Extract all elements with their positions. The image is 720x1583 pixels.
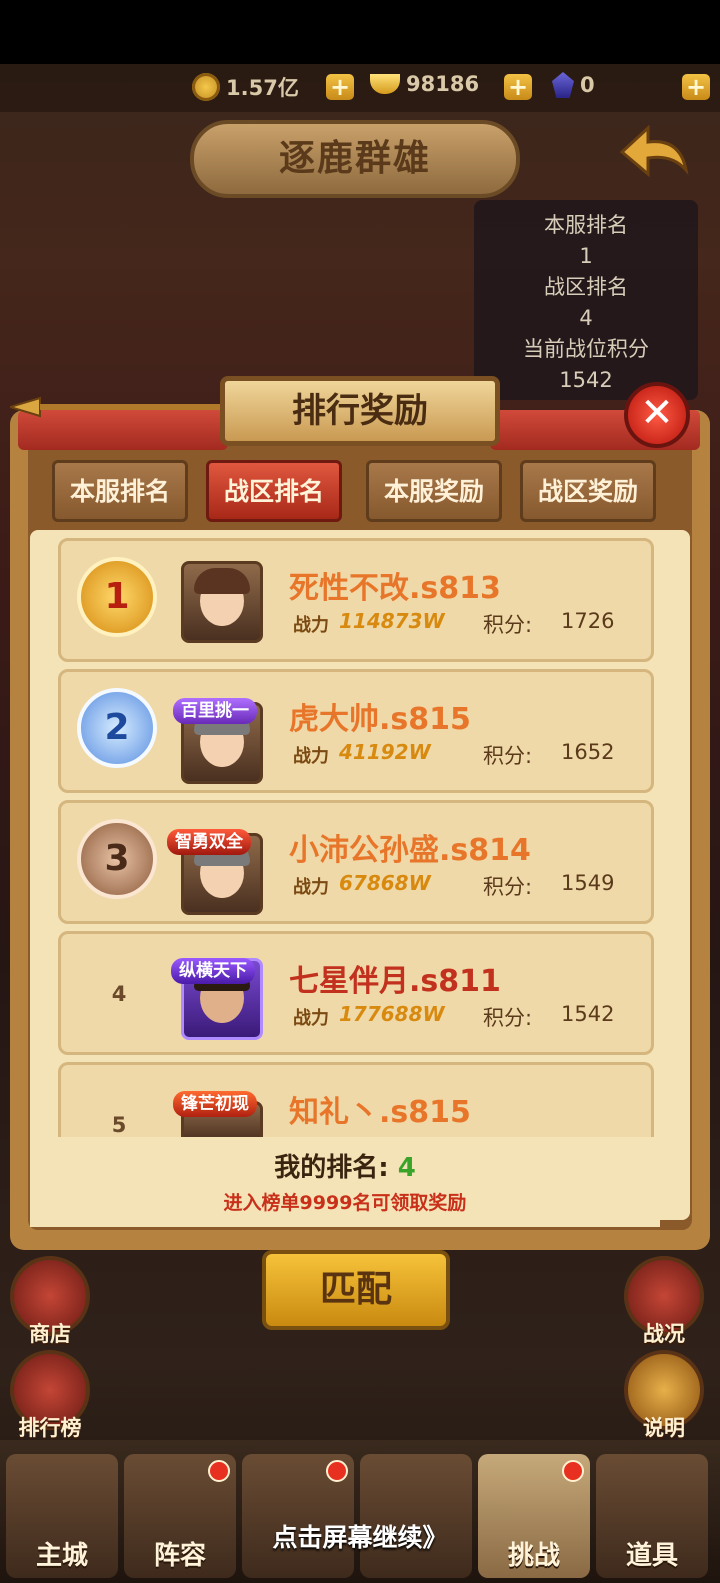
score-label: 积分:	[483, 613, 533, 637]
ingot-amount: 98186	[406, 72, 480, 96]
power-value: 177688W	[339, 1002, 445, 1026]
notification-dot	[326, 1460, 348, 1482]
continue-hint[interactable]: 点击屏幕继续》	[240, 1518, 480, 1554]
title-badge: 纵横天下	[171, 958, 255, 984]
my-rank-value: 4	[397, 1153, 416, 1183]
help-label: 说明	[643, 1416, 685, 1440]
shop-label: 商店	[29, 1322, 71, 1346]
power-value: 67868W	[339, 871, 431, 895]
add-gold-button[interactable]: +	[326, 74, 354, 100]
close-icon: ✕	[640, 390, 674, 436]
currency-bar: 1.57亿 + 98186 + 0 +	[0, 64, 720, 112]
player-name: 知礼丶.s815	[289, 1095, 471, 1130]
ingot-currency: 98186	[370, 72, 479, 96]
title-badge: 锋芒初现	[173, 1091, 257, 1117]
tab-server-rank[interactable]: 本服排名	[52, 460, 188, 522]
add-ingot-button[interactable]: +	[504, 74, 532, 100]
notification-dot	[562, 1460, 584, 1482]
score-value: 1549	[561, 871, 615, 895]
power-label: 战力	[293, 746, 329, 767]
nav-items[interactable]: 道具	[596, 1454, 708, 1578]
close-button[interactable]: ✕	[624, 382, 690, 448]
nav-challenge[interactable]: 挑战	[478, 1454, 590, 1578]
score-label: 积分:	[483, 875, 533, 899]
add-gem-button[interactable]: +	[682, 74, 710, 100]
title-badge: 百里挑一	[173, 698, 257, 724]
gem-amount: 0	[580, 73, 595, 97]
spear-icon	[10, 396, 220, 418]
rank-number: 3	[104, 838, 130, 879]
battle-report-label: 战况	[643, 1322, 685, 1346]
score-label: 积分:	[483, 1006, 533, 1030]
back-button[interactable]	[618, 124, 690, 180]
tab-server-reward[interactable]: 本服奖励	[366, 460, 502, 522]
title-badge: 智勇双全	[167, 829, 251, 855]
avatar[interactable]	[181, 561, 263, 643]
list-item: 1 死性不改.s813 战力 114873W 积分: 1726	[58, 538, 654, 662]
nav-label: 挑战	[507, 1541, 560, 1571]
rank-number: 4	[111, 982, 127, 1006]
status-bar	[0, 0, 720, 64]
nav-label: 道具	[625, 1541, 678, 1571]
nav-lineup[interactable]: 阵容	[124, 1454, 236, 1578]
score-value: 1542	[561, 1002, 615, 1026]
silver-medal-icon: 2	[77, 688, 157, 768]
score-label: 当前战位积分	[523, 337, 649, 361]
zone-rank-value: 4	[579, 306, 593, 330]
power-label: 战力	[293, 877, 329, 898]
my-rank-footer: 我的排名: 4 进入榜单9999名可领取奖励	[30, 1137, 660, 1227]
nav-item-3[interactable]	[242, 1454, 354, 1578]
power-label: 战力	[293, 615, 329, 636]
notification-dot	[208, 1460, 230, 1482]
list-item: 4 纵横天下 七星伴月.s811 战力 177688W 积分: 1542	[58, 931, 654, 1055]
rank-number: 5	[111, 1113, 127, 1137]
tab-zone-rank[interactable]: 战区排名	[206, 460, 342, 522]
bronze-medal-icon: 3	[77, 819, 157, 899]
my-rank-label: 我的排名:	[274, 1153, 389, 1183]
rank-number: 2	[104, 707, 130, 748]
back-arrow-icon	[619, 124, 689, 178]
modal-title: 排行奖励	[220, 376, 500, 446]
score-value: 1726	[561, 609, 615, 633]
player-name: 小沛公孙盛.s814	[289, 833, 531, 868]
score-value: 1652	[561, 740, 615, 764]
tab-zone-reward[interactable]: 战区奖励	[520, 460, 656, 522]
nav-item-4[interactable]	[360, 1454, 472, 1578]
zone-rank-label: 战区排名	[544, 275, 628, 299]
gem-icon	[552, 72, 574, 98]
reward-hint: 进入榜单9999名可领取奖励	[223, 1192, 467, 1214]
list-item: 2 百里挑一 虎大帅.s815 战力 41192W 积分: 1652	[58, 669, 654, 793]
server-rank-label: 本服排名	[544, 213, 628, 237]
score-label: 积分:	[483, 744, 533, 768]
power-value: 41192W	[339, 740, 431, 764]
player-name: 死性不改.s813	[289, 571, 501, 606]
power-value: 114873W	[339, 609, 445, 633]
gold-medal-icon: 1	[77, 557, 157, 637]
ingot-icon	[370, 74, 400, 94]
leaderboard-button[interactable]: 排行榜	[10, 1350, 98, 1442]
gold-currency: 1.57亿	[192, 72, 299, 102]
gem-currency: 0	[552, 72, 595, 98]
help-button[interactable]: 说明	[624, 1350, 712, 1442]
nav-label: 阵容	[153, 1541, 206, 1571]
match-button[interactable]: 匹配	[262, 1250, 450, 1330]
page-title: 逐鹿群雄	[190, 120, 520, 198]
power-label: 战力	[293, 1008, 329, 1029]
shop-button[interactable]: 商店	[10, 1256, 98, 1348]
player-name: 七星伴月.s811	[289, 964, 501, 999]
battle-report-button[interactable]: 战况	[624, 1256, 712, 1348]
leaderboard-label: 排行榜	[18, 1416, 82, 1440]
player-name: 虎大帅.s815	[289, 702, 471, 737]
list-item: 5 锋芒初现 知礼丶.s815	[58, 1062, 654, 1141]
gold-amount: 1.57亿	[226, 76, 299, 100]
coin-icon	[192, 73, 220, 101]
rank-number: 1	[104, 576, 130, 617]
rank-info-panel: 本服排名 1 战区排名 4 当前战位积分 1542	[474, 200, 698, 400]
server-rank-value: 1	[579, 244, 593, 268]
nav-main-city[interactable]: 主城	[6, 1454, 118, 1578]
list-item: 3 智勇双全 小沛公孙盛.s814 战力 67868W 积分: 1549	[58, 800, 654, 924]
nav-label: 主城	[35, 1541, 88, 1571]
